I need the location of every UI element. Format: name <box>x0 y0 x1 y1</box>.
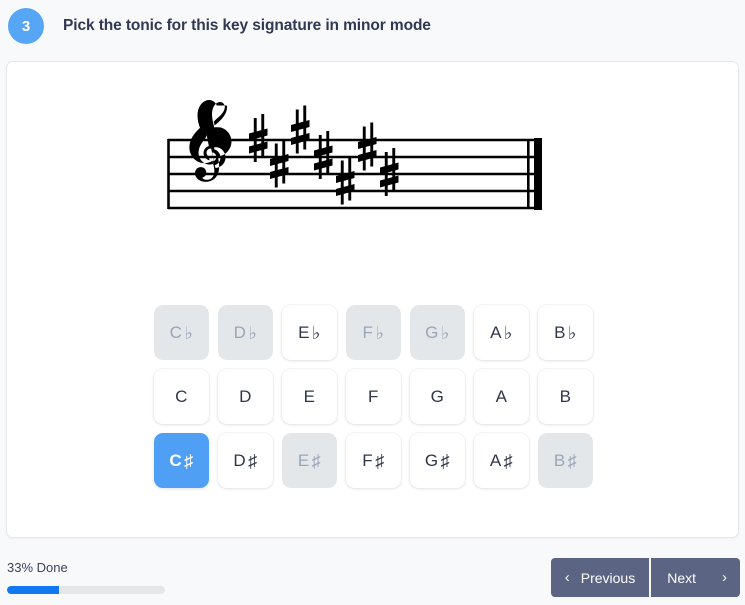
question-number-badge: 3 <box>8 8 44 44</box>
flat-icon: ♭ <box>503 322 513 343</box>
navigation-buttons: ‹ Previous Next › <box>550 558 740 597</box>
music-notation <box>7 90 740 305</box>
note-letter: A <box>490 323 502 342</box>
note-button-b-flat[interactable]: B ♭ <box>538 305 593 360</box>
note-button-b-sharp: B ♯ <box>538 433 593 488</box>
note-button-e-sharp: E ♯ <box>282 433 337 488</box>
note-letter: G <box>425 323 439 342</box>
note-button-c-flat: C ♭ <box>154 305 209 360</box>
note-button-a-flat[interactable]: A ♭ <box>474 305 529 360</box>
quiz-page: 3 Pick the tonic for this key signature … <box>0 0 745 605</box>
note-letter: F <box>362 451 374 470</box>
sharp-c-sharp <box>269 139 288 188</box>
chevron-left-icon: ‹ <box>564 569 570 586</box>
note-letter: B <box>554 323 566 342</box>
next-button-label: Next <box>667 569 696 586</box>
note-button-f-flat: F ♭ <box>346 305 401 360</box>
answer-row-sharps: C ♯ D ♯ E ♯ F ♯ G ♯ A ♯ B ♯ <box>154 433 593 488</box>
note-letter: D <box>233 451 247 470</box>
page-title: Pick the tonic for this key signature in… <box>63 17 431 34</box>
sharp-a-sharp <box>335 156 354 205</box>
sharp-icon: ♯ <box>311 450 322 471</box>
note-button-a-sharp[interactable]: A ♯ <box>474 433 529 488</box>
note-button-e-flat[interactable]: E ♭ <box>282 305 337 360</box>
note-button-c-natural[interactable]: C <box>154 369 209 424</box>
answer-row-flats: C ♭ D ♭ E ♭ F ♭ G ♭ A ♭ B ♭ <box>154 305 593 360</box>
sharp-d-sharp <box>313 131 332 179</box>
note-letter: D <box>239 387 252 406</box>
note-letter: C <box>169 323 183 342</box>
note-letter: E <box>298 323 310 342</box>
note-button-a-natural[interactable]: A <box>474 369 529 424</box>
note-button-c-sharp[interactable]: C ♯ <box>154 433 209 488</box>
previous-button[interactable]: ‹ Previous <box>550 558 650 597</box>
note-letter: G <box>430 387 445 406</box>
note-letter: G <box>424 451 439 470</box>
flat-icon: ♭ <box>184 322 194 343</box>
flat-icon: ♭ <box>248 322 258 343</box>
sharp-icon: ♯ <box>567 450 578 471</box>
next-button[interactable]: Next › <box>651 558 740 597</box>
progress-bar-fill <box>7 586 60 594</box>
note-button-f-sharp[interactable]: F ♯ <box>346 433 401 488</box>
staff-svg <box>166 99 542 210</box>
previous-button-label: Previous <box>580 569 636 586</box>
note-button-g-sharp[interactable]: G ♯ <box>410 433 465 488</box>
note-letter: E <box>303 387 316 406</box>
note-button-d-flat: D ♭ <box>218 305 273 360</box>
sharp-icon: ♯ <box>184 450 194 471</box>
note-button-d-natural[interactable]: D <box>218 369 273 424</box>
sharp-e-sharp <box>357 122 376 171</box>
note-letter: B <box>553 451 566 470</box>
note-button-b-natural[interactable]: B <box>538 369 593 424</box>
note-letter: A <box>495 387 508 406</box>
flat-icon: ♭ <box>375 322 385 343</box>
sharp-icon: ♯ <box>248 450 258 471</box>
note-letter: C <box>175 387 188 406</box>
note-button-g-flat: G ♭ <box>410 305 465 360</box>
barline-thick <box>533 138 542 210</box>
note-letter: B <box>559 387 572 406</box>
progress-bar <box>7 586 165 594</box>
answer-row-naturals: CDEFGAB <box>154 369 593 424</box>
note-letter: F <box>362 323 374 342</box>
note-letter: F <box>368 387 379 406</box>
note-button-f-natural[interactable]: F <box>346 369 401 424</box>
sharp-icon: ♯ <box>440 450 451 471</box>
sharp-f-sharp <box>248 114 267 162</box>
note-button-d-sharp[interactable]: D ♯ <box>218 433 273 488</box>
chevron-right-icon: › <box>722 569 727 586</box>
treble-clef-icon <box>188 99 231 182</box>
flat-icon: ♭ <box>311 322 321 343</box>
note-letter: C <box>169 451 183 470</box>
sharp-icon: ♯ <box>375 450 385 471</box>
question-header: 3 Pick the tonic for this key signature … <box>0 0 745 52</box>
note-letter: A <box>489 451 502 470</box>
flat-icon: ♭ <box>567 322 577 343</box>
note-button-g-natural[interactable]: G <box>410 369 465 424</box>
sharp-g-sharp <box>290 105 309 154</box>
barline-left <box>166 139 170 209</box>
answer-grid: C ♭ D ♭ E ♭ F ♭ G ♭ A ♭ B ♭ C D E F G A B C ♯ D ♯ E ♯ F ♯ G ♯ A ♯ B ♯ <box>7 305 740 488</box>
flat-icon: ♭ <box>440 322 450 343</box>
barline-thin <box>526 139 530 209</box>
quiz-footer: 33% Done ‹ Previous Next › <box>0 550 745 605</box>
question-card: C ♭ D ♭ E ♭ F ♭ G ♭ A ♭ B ♭ C D E F G A B C ♯ D ♯ E ♯ F ♯ G ♯ A ♯ B ♯ <box>6 61 739 538</box>
progress-label: 33% Done <box>7 560 68 575</box>
sharp-b-sharp <box>379 148 398 196</box>
note-letter: D <box>233 323 247 342</box>
note-letter: E <box>297 451 310 470</box>
note-button-e-natural[interactable]: E <box>282 369 337 424</box>
key-signature-sharps <box>248 105 398 205</box>
sharp-icon: ♯ <box>503 450 514 471</box>
